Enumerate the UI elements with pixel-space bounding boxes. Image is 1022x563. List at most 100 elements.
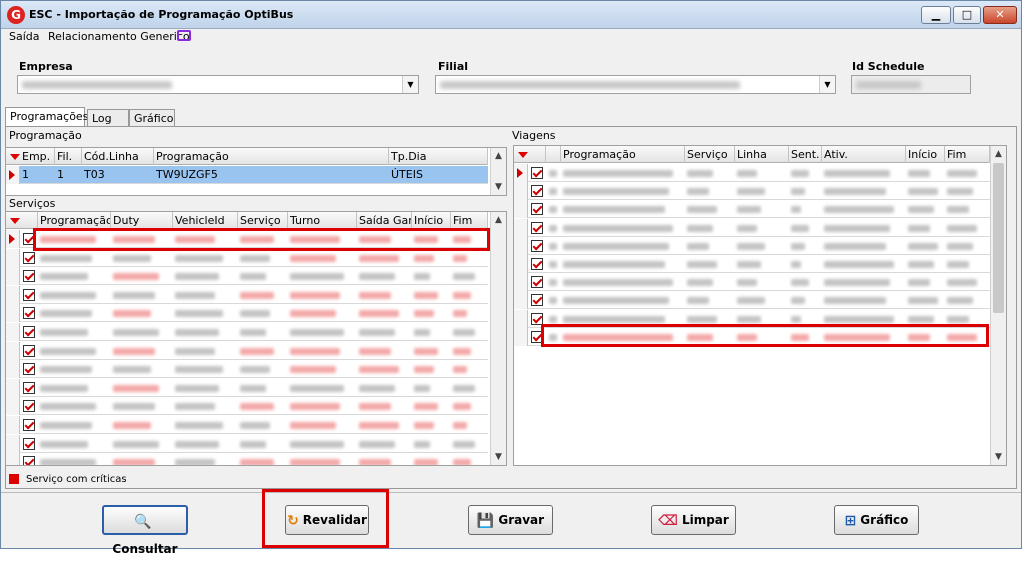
viagens-scrollbar[interactable]: ▲ ▼	[990, 146, 1006, 465]
id-schedule-field[interactable]	[851, 75, 971, 94]
chevron-down-icon[interactable]: ▼	[819, 76, 835, 93]
table-row[interactable]	[514, 218, 990, 237]
scroll-down-icon[interactable]: ▼	[491, 179, 506, 195]
table-row[interactable]	[6, 304, 488, 323]
row-checkbox[interactable]	[23, 326, 35, 338]
column-header[interactable]: Duty	[111, 212, 173, 229]
table-row[interactable]	[6, 323, 488, 341]
row-checkbox[interactable]	[531, 203, 543, 216]
table-row[interactable]	[6, 248, 488, 267]
table-row[interactable]	[6, 285, 488, 304]
column-header[interactable]: Sent.	[789, 146, 822, 163]
column-header[interactable]: Linha	[735, 146, 789, 163]
column-header[interactable]: Turno	[288, 212, 357, 229]
menu-saida[interactable]: Saída	[9, 30, 40, 43]
column-header[interactable]: Saída Gar.	[357, 212, 412, 229]
row-checkbox[interactable]	[531, 167, 543, 179]
column-header[interactable]: Fim	[945, 146, 990, 163]
row-checkbox[interactable]	[531, 276, 543, 289]
tab-grafico[interactable]: Gráfico	[129, 109, 175, 127]
column-header[interactable]: Emp.	[20, 148, 55, 165]
column-header[interactable]: Fim	[451, 212, 488, 229]
empresa-select[interactable]: ▼	[17, 75, 419, 94]
redacted-cell	[113, 236, 155, 243]
close-button[interactable]: ✕	[983, 6, 1017, 24]
chevron-down-icon[interactable]: ▼	[402, 76, 418, 93]
table-row[interactable]	[514, 164, 990, 182]
table-row[interactable]	[6, 378, 488, 397]
tab-programacoes[interactable]: Programações	[5, 107, 88, 127]
table-row[interactable]	[6, 360, 488, 379]
table-row[interactable]	[6, 267, 488, 286]
row-checkbox[interactable]	[23, 270, 35, 283]
column-header[interactable]: Programação	[38, 212, 111, 229]
table-row[interactable]	[6, 397, 488, 416]
tab-log[interactable]: Log	[87, 109, 129, 127]
table-row[interactable]	[6, 341, 488, 360]
monitor-icon[interactable]	[177, 30, 191, 41]
scroll-thumb[interactable]	[993, 163, 1004, 313]
maximize-button[interactable]: □	[953, 6, 981, 24]
table-row[interactable]	[514, 255, 990, 273]
row-checkbox[interactable]	[23, 437, 35, 450]
revalidar-button[interactable]: ↻ Revalidar	[285, 505, 369, 535]
filial-select[interactable]: ▼	[435, 75, 836, 94]
menu-relacionamento-generico[interactable]: Relacionamento Generico	[48, 30, 190, 43]
row-checkbox[interactable]	[23, 288, 35, 301]
row-checkbox[interactable]	[531, 312, 543, 325]
column-header[interactable]: Programação	[154, 148, 389, 165]
table-row[interactable]	[514, 327, 990, 346]
row-checkbox[interactable]	[23, 381, 35, 394]
programacao-grid: Emp. Fil. Cód.Linha Programação Tp.Dia 1…	[5, 147, 507, 196]
servicos-scrollbar[interactable]: ▲ ▼	[490, 212, 506, 465]
grafico-button[interactable]: ⊞ Gráfico	[834, 505, 919, 535]
table-row[interactable]	[514, 273, 990, 292]
table-row[interactable]	[6, 230, 488, 248]
column-header[interactable]: Cód.Linha	[82, 148, 154, 165]
row-checkbox[interactable]	[23, 233, 35, 245]
row-checkbox[interactable]	[23, 419, 35, 431]
table-row[interactable]	[6, 453, 488, 465]
column-header[interactable]: Fil.	[55, 148, 82, 165]
table-row[interactable]	[514, 291, 990, 310]
column-header[interactable]: Programação	[561, 146, 685, 163]
table-row[interactable]	[6, 434, 488, 453]
minimize-button[interactable]: ▁	[921, 6, 951, 24]
row-checkbox[interactable]	[531, 221, 543, 234]
column-header[interactable]: VehicleId	[173, 212, 238, 229]
redacted-cell	[175, 329, 219, 336]
row-checkbox[interactable]	[23, 363, 35, 376]
scroll-up-icon[interactable]: ▲	[491, 212, 506, 228]
scroll-down-icon[interactable]: ▼	[491, 449, 506, 465]
redacted-cell	[791, 333, 809, 341]
row-checkbox[interactable]	[531, 185, 543, 198]
row-checkbox[interactable]	[23, 344, 35, 357]
row-checkbox[interactable]	[531, 239, 543, 252]
gravar-button[interactable]: 💾 Gravar	[468, 505, 553, 535]
column-header[interactable]: Serviço	[685, 146, 735, 163]
table-row[interactable]	[6, 416, 488, 434]
table-row[interactable]	[514, 236, 990, 255]
row-checkbox[interactable]	[531, 258, 543, 270]
column-header[interactable]: Serviço	[238, 212, 288, 229]
column-header[interactable]: Ativ.	[822, 146, 906, 163]
column-header[interactable]: Início	[906, 146, 945, 163]
table-row[interactable]	[514, 200, 990, 219]
table-row[interactable]: 1 1 T03 TW9UZGF5 ÚTEIS	[6, 166, 488, 184]
row-checkbox[interactable]	[23, 251, 35, 264]
column-header[interactable]: Início	[412, 212, 451, 229]
table-row[interactable]	[514, 309, 990, 328]
limpar-button[interactable]: ⌫ Limpar	[651, 505, 736, 535]
row-checkbox[interactable]	[531, 330, 543, 343]
programacao-scrollbar[interactable]: ▲ ▼	[490, 148, 506, 195]
row-checkbox[interactable]	[23, 307, 35, 320]
row-checkbox[interactable]	[23, 456, 35, 465]
scroll-down-icon[interactable]: ▼	[991, 449, 1006, 465]
scroll-up-icon[interactable]: ▲	[991, 146, 1006, 162]
row-checkbox[interactable]	[23, 400, 35, 413]
consultar-button[interactable]: 🔍 Consultar	[102, 505, 188, 556]
table-row[interactable]	[514, 182, 990, 201]
row-checkbox[interactable]	[531, 294, 543, 307]
scroll-up-icon[interactable]: ▲	[491, 148, 506, 164]
column-header[interactable]: Tp.Dia	[389, 148, 488, 165]
